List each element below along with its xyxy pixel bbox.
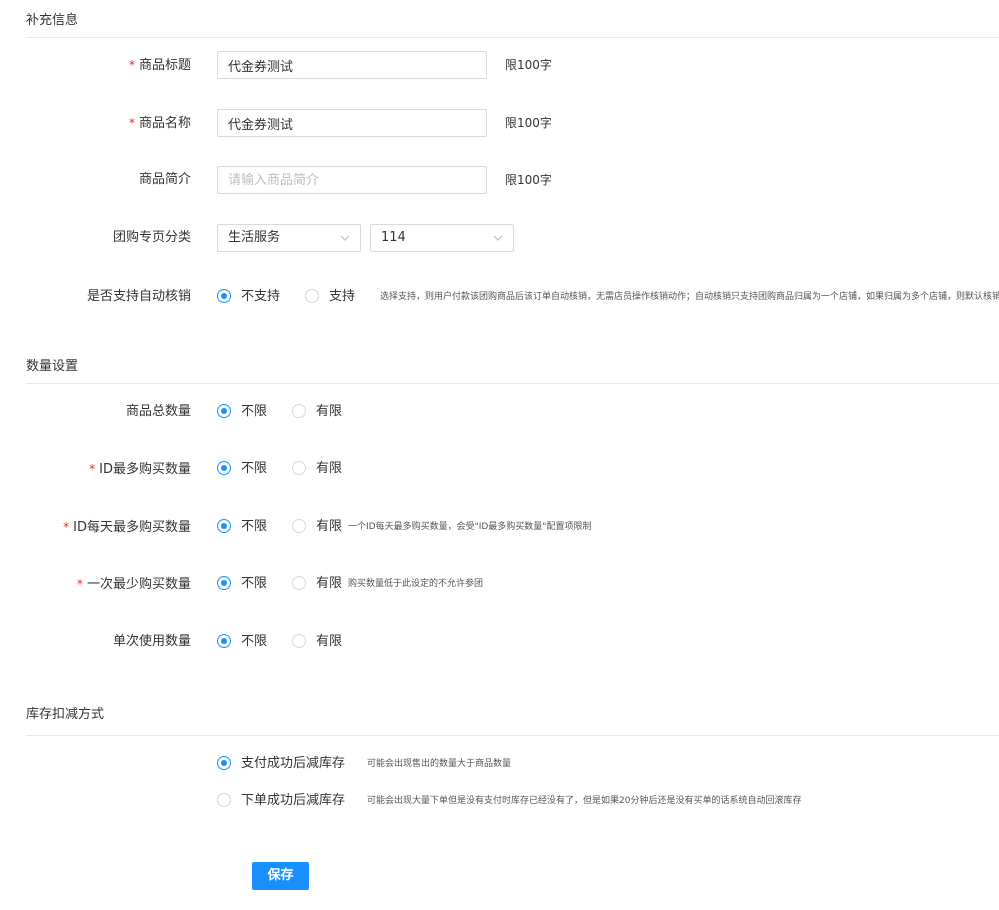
radio-label: 不限: [241, 519, 268, 534]
radio-reduce-after-order[interactable]: 下单成功后减库存: [217, 787, 345, 815]
form-row-title: *商品标题 限100字: [0, 51, 999, 79]
radio-unlimited[interactable]: 不限: [217, 570, 267, 598]
form-row-total-quantity: 商品总数量 不限 有限: [0, 398, 999, 426]
radio-dot: [292, 403, 306, 418]
radio-unlimited[interactable]: 不限: [217, 628, 267, 656]
radio-label: 下单成功后减库存: [241, 793, 346, 808]
category-select-primary[interactable]: 生活服务: [217, 224, 361, 252]
required-marker: *: [63, 520, 70, 534]
section-title-quantity: 数量设置: [26, 359, 79, 374]
auto-verify-hint: 选择支持，则用户付款该团购商品后该订单自动核销，无需店员操作核销动作；自动核销只…: [380, 292, 999, 302]
radio-dot: [217, 755, 231, 770]
label-text: 一次最少购买数量: [86, 577, 191, 592]
radio-label: 有限: [316, 404, 343, 419]
form-row-id-daily: * ID每天最多购买数量 不限 有限 一个ID每天最多购买数量，会受"ID最多购买…: [0, 513, 999, 541]
category-select-secondary[interactable]: 114: [370, 224, 514, 252]
label-text: ID最多购买数量: [99, 462, 191, 477]
field-label: * ID最多购买数量: [89, 455, 191, 483]
radio-dot: [217, 633, 231, 648]
radio-label: 有限: [316, 519, 343, 534]
radio-support[interactable]: 支持: [305, 283, 355, 311]
field-label: * 一次最少购买数量: [77, 570, 191, 598]
radio-label: 不限: [241, 634, 268, 649]
required-marker: *: [76, 577, 83, 591]
radio-not-support[interactable]: 不支持: [217, 283, 280, 311]
limit-text: 限100字: [505, 116, 552, 130]
radio-dot: [217, 288, 231, 303]
radio-dot: [292, 460, 306, 475]
radio-dot: [217, 518, 231, 533]
radio-unlimited[interactable]: 不限: [217, 398, 267, 426]
radio-dot: [217, 792, 231, 807]
product-name-input[interactable]: [217, 109, 487, 137]
radio-label: 不限: [241, 461, 268, 476]
product-title-input[interactable]: [217, 51, 487, 79]
radio-limited[interactable]: 有限: [292, 628, 342, 656]
label-text: 商品名称: [138, 116, 191, 131]
radio-label: 不限: [241, 576, 268, 591]
save-button[interactable]: 保存: [252, 862, 309, 890]
radio-dot: [292, 633, 306, 648]
radio-label: 支持: [329, 289, 356, 304]
field-label: 商品总数量: [125, 404, 191, 419]
required-marker: *: [89, 462, 96, 476]
form-row-id-max: * ID最多购买数量 不限 有限: [0, 455, 999, 483]
radio-dot: [292, 518, 306, 533]
radio-unlimited[interactable]: 不限: [217, 455, 267, 483]
radio-dot: [292, 575, 306, 590]
radio-limited[interactable]: 有限: [292, 570, 342, 598]
id-daily-hint: 一个ID每天最多购买数量，会受"ID最多购买数量"配置项限制: [348, 522, 592, 532]
radio-dot: [217, 403, 231, 418]
field-label: 商品简介: [138, 172, 191, 187]
field-label: * 商品标题: [129, 51, 191, 79]
required-marker: *: [128, 58, 135, 72]
radio-label: 有限: [316, 576, 343, 591]
field-label: * 商品名称: [129, 109, 191, 137]
field-label: 是否支持自动核销: [86, 289, 191, 304]
field-label: * ID每天最多购买数量: [63, 513, 191, 541]
stock-pay-hint: 可能会出现售出的数量大于商品数量: [367, 759, 512, 769]
field-label: 团购专页分类: [112, 230, 191, 245]
limit-text: 限100字: [505, 58, 552, 72]
radio-limited[interactable]: 有限: [292, 398, 342, 426]
form-row-single-use: 单次使用数量 不限 有限: [0, 628, 999, 656]
chevron-down-icon: [493, 235, 503, 241]
limit-text: 限100字: [505, 173, 552, 187]
radio-limited[interactable]: 有限: [292, 513, 342, 541]
radio-label: 不支持: [241, 289, 281, 304]
form-row-auto-verify: 是否支持自动核销 不支持 支持 选择支持，则用户付款该团购商品后该订单自动核销，…: [0, 283, 999, 311]
form-row-min-once: * 一次最少购买数量 不限 有限 购买数量低于此设定的不允许参团: [0, 570, 999, 598]
form-row-stock-order: 下单成功后减库存 可能会出现大量下单但是没有支付时库存已经没有了，但是如果20分…: [0, 787, 999, 815]
radio-dot: [217, 575, 231, 590]
radio-label: 有限: [316, 634, 343, 649]
label-text: 商品标题: [138, 58, 191, 73]
form-row-name: *商品名称 限100字: [0, 109, 999, 137]
radio-unlimited[interactable]: 不限: [217, 513, 267, 541]
field-label: 单次使用数量: [112, 634, 191, 649]
select-value: 生活服务: [228, 230, 281, 245]
section-divider: [26, 37, 999, 38]
section-divider: [26, 383, 999, 384]
radio-label: 不限: [241, 404, 268, 419]
min-once-hint: 购买数量低于此设定的不允许参团: [348, 579, 484, 589]
section-title-supplement: 补充信息: [26, 13, 79, 28]
form-row-stock-pay: 支付成功后减库存 可能会出现售出的数量大于商品数量: [0, 750, 999, 778]
radio-dot: [305, 288, 319, 303]
required-marker: *: [128, 116, 135, 130]
radio-dot: [217, 460, 231, 475]
radio-label: 有限: [316, 461, 343, 476]
section-title-stock: 库存扣减方式: [26, 707, 105, 722]
section-divider: [26, 735, 999, 736]
radio-reduce-after-pay[interactable]: 支付成功后减库存: [217, 750, 345, 778]
label-text: ID每天最多购买数量: [73, 520, 191, 535]
radio-label: 支付成功后减库存: [241, 756, 346, 771]
radio-limited[interactable]: 有限: [292, 455, 342, 483]
product-intro-input[interactable]: [217, 166, 487, 194]
select-value: 114: [381, 230, 406, 245]
stock-order-hint: 可能会出现大量下单但是没有支付时库存已经没有了，但是如果20分钟后还是没有买单的…: [367, 796, 802, 806]
chevron-down-icon: [340, 235, 350, 241]
form-row-intro: 商品简介 限100字: [0, 166, 999, 194]
form-row-category: 团购专页分类 生活服务 114: [0, 224, 999, 252]
